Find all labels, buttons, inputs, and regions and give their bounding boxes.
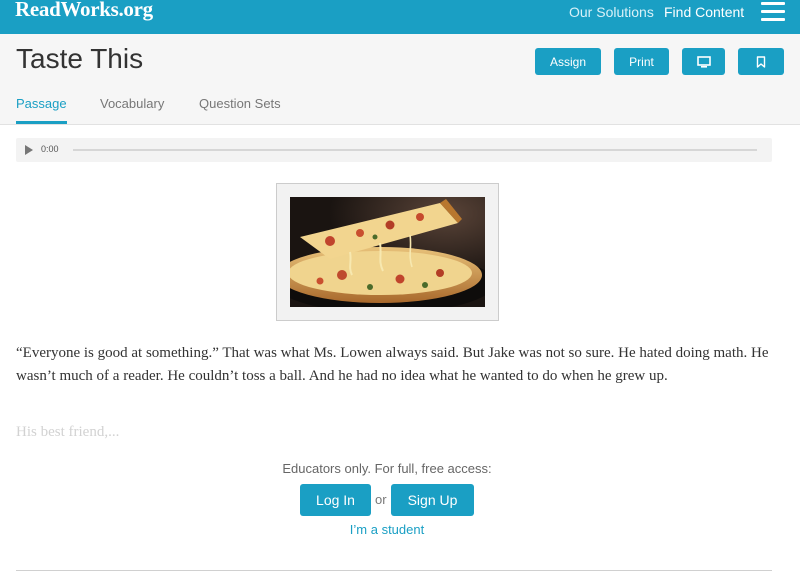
bookmark-button[interactable] bbox=[738, 48, 784, 75]
monitor-icon bbox=[696, 55, 711, 68]
hamburger-menu-icon[interactable] bbox=[761, 2, 785, 22]
play-icon[interactable] bbox=[25, 145, 33, 155]
passage-faded-preview: His best friend,... bbox=[16, 424, 120, 440]
access-message: Educators only. For full, free access: bbox=[282, 461, 492, 476]
or-separator: or bbox=[375, 492, 387, 507]
page-title: Taste This bbox=[16, 43, 144, 74]
nav-our-solutions[interactable]: Our Solutions bbox=[569, 4, 654, 20]
passage-paragraph: “Everyone is good at something.” That wa… bbox=[16, 345, 769, 384]
top-nav-bar: ReadWorks.org Our Solutions Find Content bbox=[0, 0, 800, 34]
bookmark-icon bbox=[756, 55, 766, 68]
log-in-button[interactable]: Log In bbox=[300, 484, 371, 516]
tab-vocabulary[interactable]: Vocabulary bbox=[100, 96, 164, 111]
readworks-logo[interactable]: ReadWorks.org bbox=[15, 0, 153, 22]
audio-player: 0:00 bbox=[16, 138, 772, 162]
audio-progress-track[interactable] bbox=[73, 149, 757, 151]
tab-passage[interactable]: Passage bbox=[16, 96, 67, 111]
nav-find-content[interactable]: Find Content bbox=[664, 4, 744, 20]
active-tab-indicator bbox=[16, 121, 67, 124]
print-button[interactable]: Print bbox=[614, 48, 669, 75]
tab-question-sets[interactable]: Question Sets bbox=[199, 96, 281, 111]
sign-up-button[interactable]: Sign Up bbox=[391, 484, 474, 516]
present-button[interactable] bbox=[682, 48, 725, 75]
article-header: Taste This Assign Print Passage Vocabula… bbox=[0, 34, 800, 125]
pizza-image bbox=[290, 197, 485, 307]
assign-button[interactable]: Assign bbox=[535, 48, 601, 75]
divider bbox=[16, 570, 772, 571]
passage-image-frame bbox=[276, 183, 499, 321]
audio-time: 0:00 bbox=[41, 144, 59, 154]
student-link[interactable]: I’m a student bbox=[0, 522, 774, 537]
